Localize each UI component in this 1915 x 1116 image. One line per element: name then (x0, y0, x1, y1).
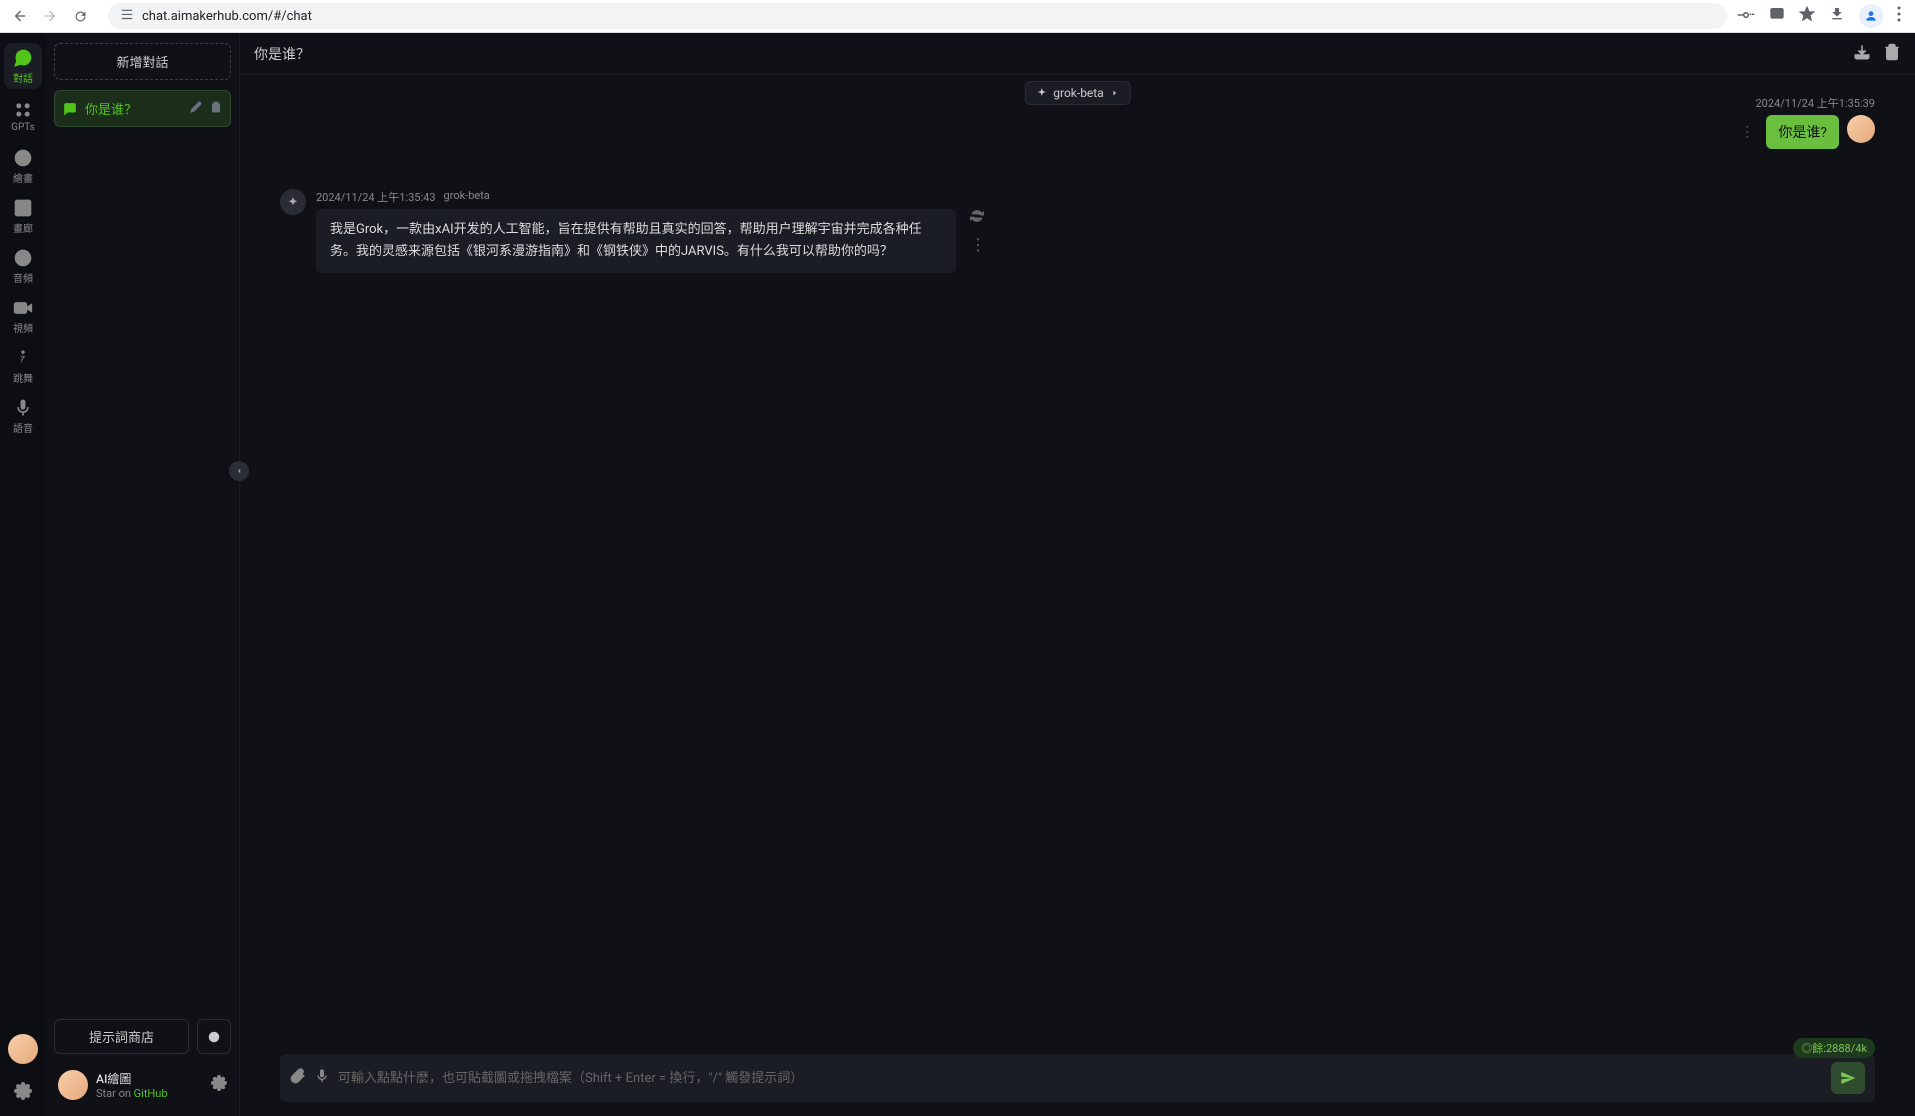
user-msg-menu-icon[interactable]: ⋮ (1740, 124, 1754, 140)
browser-forward-button[interactable] (40, 6, 60, 26)
assistant-bubble: 我是Grok，一款由xAI开发的人工智能，旨在提供有帮助且真实的回答，帮助用户理… (316, 209, 956, 273)
token-badge: ◎餘:2888/4k (1793, 1038, 1875, 1058)
rail-voice-label: 語音 (13, 420, 33, 435)
rail-dance-label: 跳舞 (13, 370, 33, 385)
rail-gpts[interactable]: GPTs (4, 93, 42, 139)
download-chat-icon[interactable] (1853, 43, 1871, 65)
sparkle-icon (1035, 87, 1047, 99)
sidebar-target-button[interactable] (197, 1019, 231, 1054)
sidebar-footer: AI繪圖 Star on GitHub (54, 1064, 231, 1106)
conversation-title: 你是谁？ (85, 99, 182, 118)
assistant-timestamp: 2024/11/24 上午1:35:43 (316, 189, 436, 205)
assistant-avatar: ✦ (280, 189, 306, 215)
rail-video-label: 視頻 (13, 320, 33, 335)
rail-gallery-label: 畫廊 (13, 220, 33, 235)
github-link[interactable]: GitHub (134, 1087, 168, 1100)
sidebar: 新增對話 你是谁？ 提示詞商店 AI繪圖 Star on GitHub (46, 33, 240, 1116)
edit-conversation-icon[interactable] (190, 101, 202, 117)
footer-avatar (58, 1070, 88, 1100)
main-area: 你是谁？ grok-beta 2024/11/24 上午1:35:39 ⋮ 你是… (240, 33, 1915, 1116)
regenerate-icon[interactable] (970, 208, 986, 227)
chat-body: grok-beta 2024/11/24 上午1:35:39 ⋮ 你是谁? ✦ (240, 75, 1915, 1044)
rail-video[interactable]: 視頻 (4, 293, 42, 339)
user-bubble: 你是谁? (1766, 115, 1839, 149)
url-bar[interactable]: chat.aimakerhub.com/#/chat (108, 3, 1727, 29)
downloads-icon[interactable] (1829, 6, 1845, 26)
bookmark-star-icon[interactable] (1799, 6, 1815, 26)
assistant-message-row: ✦ 2024/11/24 上午1:35:43 grok-beta 我是Grok，… (280, 189, 1875, 273)
browser-toolbar-right (1737, 4, 1901, 28)
url-text: chat.aimakerhub.com/#/chat (142, 9, 312, 24)
assistant-msg-menu-icon[interactable]: ⋮ (970, 235, 986, 254)
rail-audio-label: 音頻 (13, 270, 33, 285)
icon-rail: 對話 GPTs 繪畫 畫廊 音頻 視頻 跳舞 語音 (0, 33, 46, 1116)
browser-reload-button[interactable] (70, 6, 90, 26)
rail-chat[interactable]: 對話 (4, 43, 42, 89)
rail-user-avatar[interactable] (8, 1034, 38, 1064)
user-avatar (1847, 115, 1875, 143)
model-name: grok-beta (1053, 86, 1103, 100)
delete-conversation-icon[interactable] (210, 101, 222, 117)
rail-draw-label: 繪畫 (13, 170, 33, 185)
app-root: 對話 GPTs 繪畫 畫廊 音頻 視頻 跳舞 語音 新增對話 你是谁？ 提示詞商… (0, 33, 1915, 1116)
rail-gpts-label: GPTs (11, 122, 35, 133)
profile-avatar-icon[interactable] (1859, 4, 1883, 28)
delete-chat-icon[interactable] (1883, 43, 1901, 65)
rail-voice[interactable]: 語音 (4, 393, 42, 439)
chevron-right-icon (1110, 88, 1120, 98)
rail-gallery[interactable]: 畫廊 (4, 193, 42, 239)
conversation-item[interactable]: 你是谁？ (54, 90, 231, 127)
install-app-icon[interactable] (1769, 6, 1785, 26)
mic-input-icon[interactable] (314, 1068, 330, 1088)
input-area: ◎餘:2888/4k (240, 1044, 1915, 1116)
site-info-icon[interactable] (120, 8, 134, 25)
browser-chrome: chat.aimakerhub.com/#/chat (0, 0, 1915, 33)
password-icon[interactable] (1737, 7, 1755, 26)
model-selector[interactable]: grok-beta (1024, 81, 1130, 105)
chat-icon (63, 102, 77, 116)
chat-header: 你是谁？ (240, 33, 1915, 75)
rail-draw[interactable]: 繪畫 (4, 143, 42, 189)
footer-subtitle: Star on GitHub (96, 1087, 203, 1100)
assistant-model: grok-beta (444, 189, 490, 205)
rail-dance[interactable]: 跳舞 (4, 343, 42, 389)
new-chat-button[interactable]: 新增對話 (54, 43, 231, 80)
chat-title: 你是谁？ (254, 44, 1841, 64)
message-input[interactable] (338, 1071, 1823, 1086)
rail-chat-label: 對話 (13, 70, 33, 85)
rail-settings-icon[interactable] (8, 1076, 38, 1106)
user-timestamp: 2024/11/24 上午1:35:39 (1740, 95, 1875, 111)
attach-icon[interactable] (290, 1068, 306, 1088)
browser-menu-icon[interactable] (1897, 6, 1901, 26)
browser-back-button[interactable] (10, 6, 30, 26)
footer-title: AI繪圖 (96, 1070, 203, 1087)
rail-audio[interactable]: 音頻 (4, 243, 42, 289)
send-button[interactable] (1831, 1062, 1865, 1094)
footer-settings-icon[interactable] (211, 1075, 227, 1095)
collapse-sidebar-button[interactable] (229, 461, 249, 481)
prompt-store-button[interactable]: 提示詞商店 (54, 1019, 189, 1054)
input-row (280, 1054, 1875, 1102)
